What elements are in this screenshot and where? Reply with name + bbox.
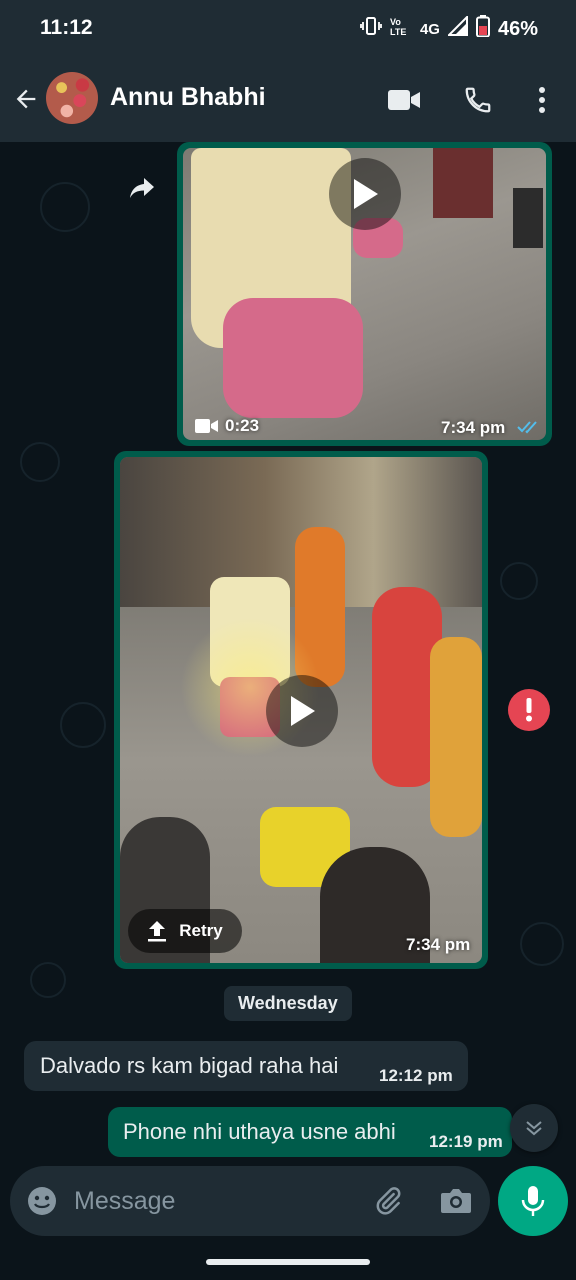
- chat-header: Annu Bhabhi: [0, 56, 576, 142]
- send-error-button[interactable]: [508, 689, 550, 731]
- svg-text:LTE: LTE: [390, 27, 406, 36]
- contact-name[interactable]: Annu Bhabhi: [110, 83, 266, 112]
- date-divider: Wednesday: [224, 986, 352, 1021]
- emoji-button[interactable]: [24, 1183, 60, 1219]
- play-icon: [291, 696, 315, 726]
- vibrate-icon: [360, 17, 382, 41]
- double-chevron-down-icon: [526, 1121, 542, 1136]
- message-text: Dalvado rs kam bigad raha hai: [40, 1053, 339, 1078]
- upload-icon: [148, 921, 167, 942]
- forward-icon: [130, 178, 154, 198]
- video-camera-icon: [195, 419, 218, 433]
- back-button[interactable]: [8, 79, 44, 119]
- avatar[interactable]: [46, 72, 98, 124]
- video-duration: 0:23: [225, 416, 260, 435]
- network-type: 4G: [419, 20, 440, 38]
- error-icon: [526, 698, 532, 722]
- more-vert-icon: [539, 87, 545, 113]
- phone-icon: [465, 87, 491, 113]
- message-input[interactable]: [74, 1186, 364, 1216]
- message-text: Phone nhi uthaya usne abhi: [123, 1119, 396, 1144]
- status-icons: Vo LTE 4G 46%: [360, 14, 538, 43]
- video-thumbnail: Retry 7:34 pm: [120, 457, 482, 963]
- more-options-button[interactable]: [522, 80, 562, 120]
- message-time: 7:34 pm: [441, 418, 506, 437]
- emoji-icon: [28, 1187, 56, 1215]
- home-indicator[interactable]: [206, 1259, 370, 1265]
- mic-icon: [521, 1186, 545, 1216]
- camera-icon: [441, 1189, 471, 1213]
- attach-icon: [376, 1187, 401, 1215]
- signal-icon: [446, 14, 468, 42]
- video-message[interactable]: 0:23 7:34 pm: [177, 142, 552, 446]
- message-time: 12:12 pm: [379, 1066, 453, 1085]
- video-message-failed[interactable]: Retry 7:34 pm: [114, 451, 488, 969]
- volte-icon: Vo LTE: [390, 16, 412, 42]
- video-thumbnail: 0:23 7:34 pm: [183, 148, 546, 440]
- message-composer: [10, 1166, 490, 1236]
- attach-button[interactable]: [370, 1183, 406, 1219]
- play-button[interactable]: [329, 158, 401, 230]
- video-duration-badge: 0:23: [195, 416, 259, 436]
- battery-icon: [475, 15, 490, 43]
- voice-message-button[interactable]: [498, 1166, 568, 1236]
- scroll-to-bottom-button[interactable]: [510, 1104, 558, 1152]
- message-time: 12:19 pm: [429, 1132, 503, 1151]
- read-ticks-icon: [517, 421, 537, 434]
- play-button[interactable]: [266, 675, 338, 747]
- back-arrow-icon: [16, 89, 36, 109]
- video-call-icon: [388, 90, 420, 110]
- outgoing-message[interactable]: Phone nhi uthaya usne abhi 12:19 pm: [108, 1107, 512, 1157]
- retry-button[interactable]: Retry: [128, 909, 242, 953]
- incoming-message[interactable]: Dalvado rs kam bigad raha hai 12:12 pm: [24, 1041, 468, 1091]
- forward-button[interactable]: [124, 172, 160, 204]
- voice-call-button[interactable]: [458, 80, 498, 120]
- retry-label: Retry: [179, 921, 223, 940]
- svg-text:Vo: Vo: [390, 17, 401, 27]
- status-time: 11:12: [40, 16, 93, 39]
- video-call-button[interactable]: [384, 80, 424, 120]
- play-icon: [354, 179, 378, 209]
- battery-level: 46%: [497, 17, 538, 40]
- status-bar: 11:12 Vo LTE 4G 46%: [0, 0, 576, 56]
- camera-button[interactable]: [438, 1183, 474, 1219]
- message-time: 7:34 pm: [406, 935, 471, 954]
